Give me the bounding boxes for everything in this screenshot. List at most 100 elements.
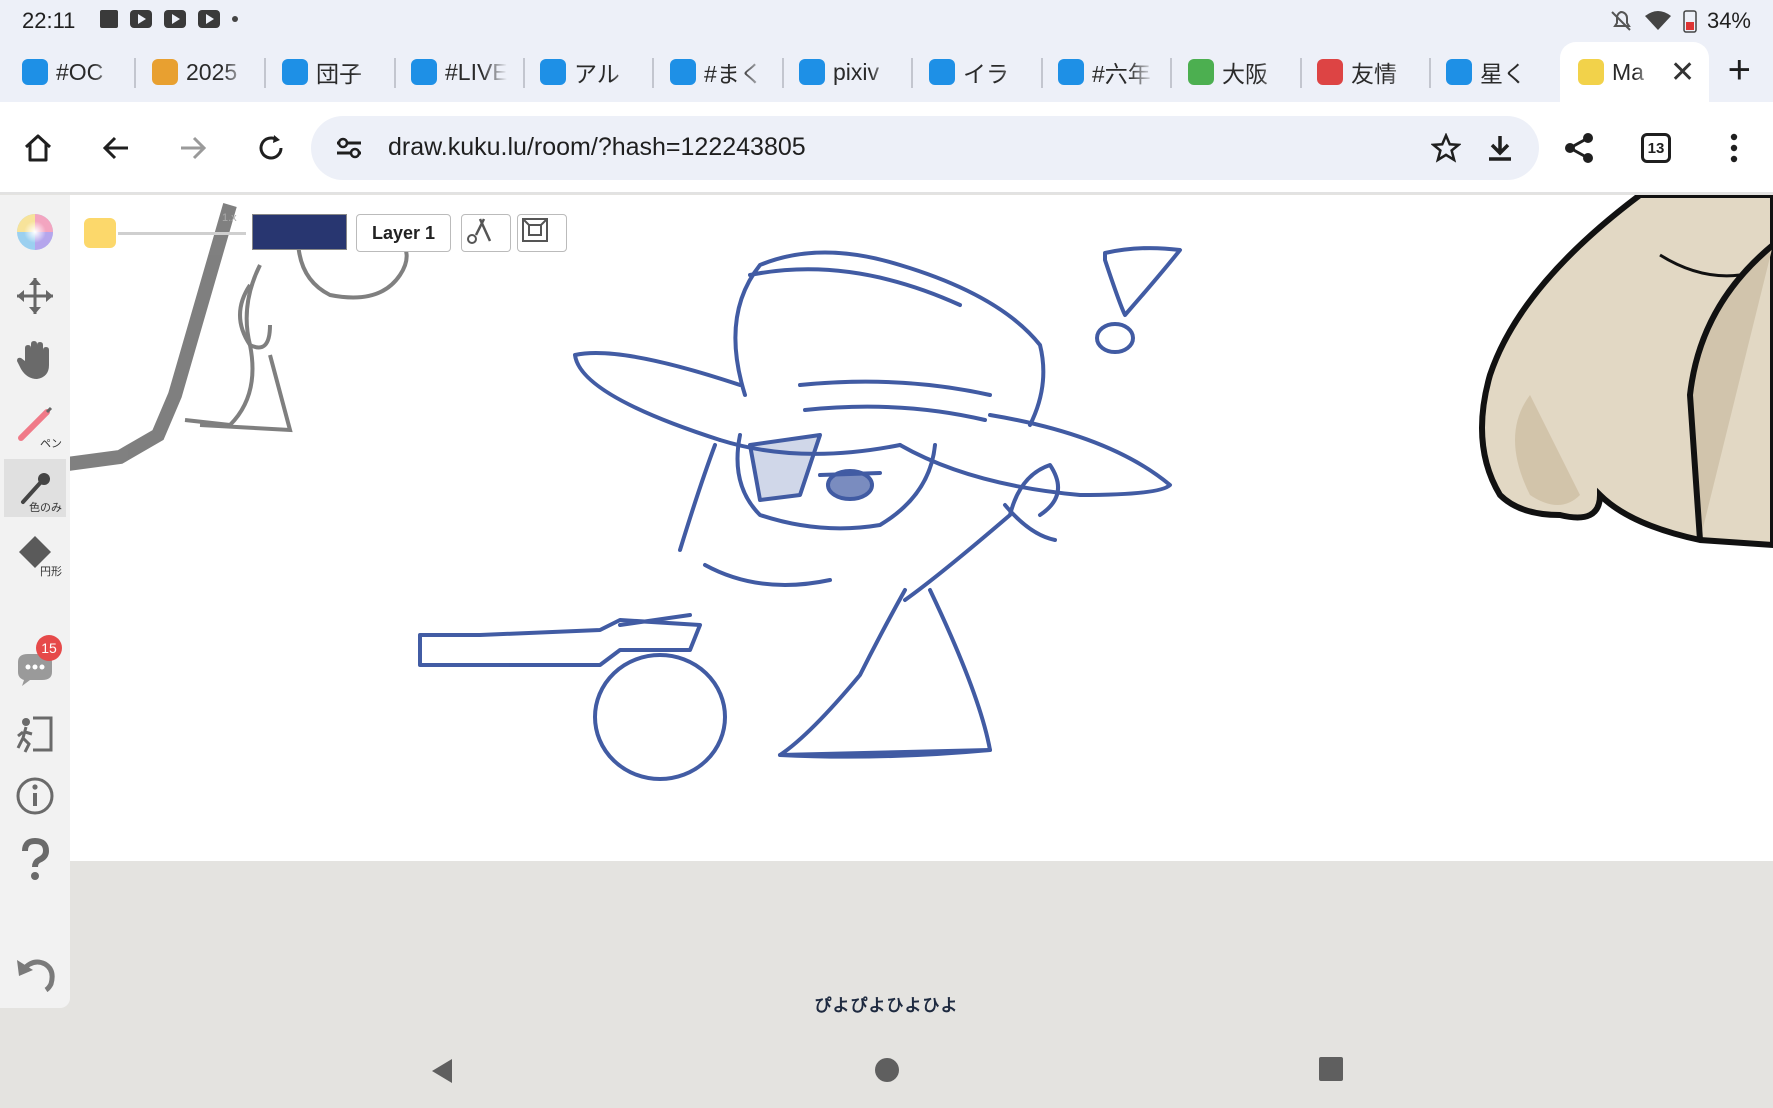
star-icon[interactable] — [1431, 133, 1461, 163]
pixiv-icon — [1058, 59, 1084, 85]
right-doodle — [1479, 195, 1773, 549]
tab-title: #LIVE — [445, 58, 507, 85]
tab-1[interactable]: #OC — [22, 52, 118, 92]
help-icon — [22, 838, 50, 880]
pixiv-icon — [22, 59, 48, 85]
screen: 22:11 34% #OC 2025 団子 #LIVE アル #まく pixiv イラ #六年 大… — [0, 0, 1773, 1108]
tab-title: イラ — [963, 61, 1009, 87]
tab-separator — [782, 58, 784, 88]
cowboy-character — [418, 246, 1182, 781]
tab-6[interactable]: #まく — [670, 52, 766, 92]
tool-panel: ペン 色のみ 円形 15 — [0, 195, 70, 1008]
more-vert-icon — [1730, 133, 1738, 163]
browser-toolbar: draw.kuku.lu/room/?hash=122243805 13 — [0, 102, 1773, 194]
tab-8[interactable]: イラ — [929, 52, 1025, 92]
share-button[interactable] — [1557, 126, 1601, 170]
tab-separator — [394, 58, 396, 88]
bunny-icon — [1578, 59, 1604, 85]
tab-4[interactable]: #LIVE — [411, 52, 507, 92]
tab-separator — [1041, 58, 1043, 88]
exit-icon — [16, 716, 53, 753]
tab-5[interactable]: アル — [540, 52, 636, 92]
canvas-drawing — [59, 195, 1773, 781]
battery-icon — [1683, 10, 1697, 33]
page-content: 1.x Layer 1 ペン 色のみ 円形 15 ぴよぴよひよひよ — [0, 195, 1773, 1108]
tab-9[interactable]: #六年 — [1058, 52, 1154, 92]
tab-separator — [1429, 58, 1431, 88]
tab-title: 大阪 — [1222, 61, 1268, 87]
back-button[interactable] — [94, 126, 138, 170]
pixiv-novel-icon — [799, 59, 825, 85]
tab-title: #まく — [704, 61, 763, 87]
layer-button[interactable]: Layer 1 — [356, 214, 451, 252]
exit-room-button[interactable] — [4, 705, 66, 763]
secondary-color-swatch[interactable] — [84, 218, 116, 248]
address-bar[interactable]: draw.kuku.lu/room/?hash=122243805 — [311, 116, 1539, 180]
arrow-right-icon — [181, 136, 207, 160]
tab-separator — [1300, 58, 1302, 88]
navigation-bar — [0, 1040, 1773, 1108]
event-icon — [152, 59, 178, 85]
tab-title: pixiv — [833, 58, 880, 85]
brush-size-label: 1.x — [222, 212, 237, 224]
tab-count: 13 — [1641, 133, 1671, 163]
canvas-resize-button[interactable] — [517, 214, 567, 252]
status-right: 34% — [1609, 8, 1751, 34]
reload-icon — [259, 135, 283, 160]
primary-color-swatch[interactable] — [252, 214, 347, 250]
pixiv-icon — [1446, 59, 1472, 85]
dot-icon — [232, 16, 238, 22]
home-icon — [24, 134, 52, 162]
tab-separator — [523, 58, 525, 88]
tab-separator — [264, 58, 266, 88]
tab-title: Ma — [1612, 58, 1644, 85]
status-bar: 22:11 34% — [0, 0, 1773, 40]
pen-tool[interactable]: ペン — [4, 395, 66, 453]
share-icon — [1565, 133, 1593, 163]
download-icon — [1489, 136, 1511, 161]
help-button[interactable] — [4, 831, 66, 889]
youtube-icon — [198, 10, 220, 28]
tab-10[interactable]: 大阪 — [1188, 52, 1284, 92]
tab-title: #OC — [56, 58, 104, 85]
people-icon — [1317, 59, 1343, 85]
notification-icons — [100, 10, 238, 28]
site-settings-icon[interactable] — [335, 136, 363, 160]
info-button[interactable] — [4, 767, 66, 825]
drawing-canvas[interactable]: 1.x Layer 1 — [0, 195, 1773, 861]
eyedropper-tool[interactable]: 色のみ — [4, 459, 66, 517]
color-wheel-button[interactable] — [4, 203, 66, 261]
forward-button[interactable] — [171, 126, 215, 170]
brush-settings-button[interactable] — [461, 214, 511, 252]
close-tab-icon[interactable]: ✕ — [1670, 55, 1695, 90]
bell-off-icon — [1611, 10, 1631, 31]
reload-button[interactable] — [249, 126, 293, 170]
new-tab-button[interactable]: + — [1728, 50, 1751, 90]
pixiv-icon — [411, 59, 437, 85]
tab-3[interactable]: 団子 — [282, 52, 378, 92]
eraser-tool[interactable]: 円形 — [4, 523, 66, 581]
home-button[interactable] — [16, 126, 60, 170]
pixiv-icon — [929, 59, 955, 85]
menu-button[interactable] — [1712, 126, 1756, 170]
arrow-left-icon — [102, 136, 128, 160]
tab-2[interactable]: 2025 — [152, 52, 248, 92]
brush-size-slider[interactable] — [118, 232, 246, 235]
download-button[interactable] — [1478, 126, 1522, 170]
tab-12[interactable]: 星く — [1446, 52, 1542, 92]
tab-switcher-button[interactable]: 13 — [1634, 126, 1678, 170]
tab-7[interactable]: pixiv — [799, 52, 895, 92]
brush-settings-icon — [467, 218, 492, 244]
hand-tool[interactable] — [4, 331, 66, 389]
move-tool[interactable] — [4, 267, 66, 325]
tab-title: 団子 — [316, 61, 362, 87]
back-icon[interactable] — [428, 1056, 456, 1086]
recents-icon[interactable] — [1318, 1056, 1344, 1082]
tab-separator — [911, 58, 913, 88]
tab-strip: #OC 2025 団子 #LIVE アル #まく pixiv イラ #六年 大阪 友情 星く Ma ✕ — [0, 40, 1773, 102]
pixiv-novel-icon — [540, 59, 566, 85]
home-icon[interactable] — [873, 1056, 901, 1084]
url-text: draw.kuku.lu/room/?hash=122243805 — [388, 133, 806, 161]
tab-13[interactable]: Ma ✕ — [1560, 42, 1710, 102]
tab-11[interactable]: 友情 — [1317, 52, 1413, 92]
